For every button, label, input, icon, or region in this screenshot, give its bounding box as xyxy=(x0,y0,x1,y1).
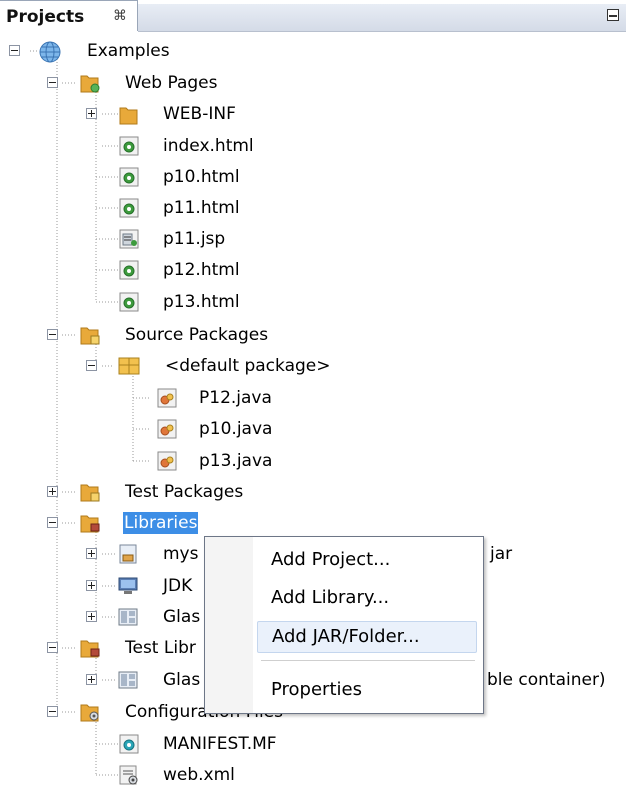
jdk-label: JDK xyxy=(163,576,193,596)
tree-node-test-packages[interactable]: Test Packages xyxy=(124,478,244,506)
html-file-icon xyxy=(119,136,139,156)
tree-node-manifest[interactable]: MANIFEST.MF xyxy=(162,730,278,758)
collapse-web-pages-toggle[interactable] xyxy=(47,77,58,88)
web-folder-icon xyxy=(80,75,100,93)
library-icon xyxy=(118,671,138,689)
menu-item-add-library[interactable]: Add Library... xyxy=(257,583,477,615)
manifest-label: MANIFEST.MF xyxy=(163,734,277,754)
web-xml-label: web.xml xyxy=(163,765,235,785)
html-file-icon xyxy=(119,292,139,312)
jsp-file-icon xyxy=(119,229,139,249)
library-icon xyxy=(118,608,138,626)
add-project-label: Add Project... xyxy=(271,549,391,570)
web-inf-label: WEB-INF xyxy=(163,104,236,124)
add-jar-folder-label: Add JAR/Folder... xyxy=(272,626,420,647)
tree-node-index-html[interactable]: index.html xyxy=(162,132,255,160)
source-packages-folder-icon xyxy=(80,327,100,345)
projects-window: Projects ⌘ Examples Web Pages WEB-INF in… xyxy=(0,0,626,787)
tree-node-web-xml[interactable]: web.xml xyxy=(162,761,236,789)
tree-node-jdk[interactable]: JDK xyxy=(162,572,193,600)
expand-glassfish-toggle[interactable] xyxy=(86,611,97,622)
source-packages-label: Source Packages xyxy=(125,325,269,345)
collapse-default-package-toggle[interactable] xyxy=(86,360,97,371)
jdk-icon xyxy=(118,577,138,594)
java-file-icon xyxy=(157,451,177,471)
collapse-examples-toggle[interactable] xyxy=(9,45,20,56)
web-pages-label: Web Pages xyxy=(125,73,218,93)
menu-item-properties[interactable]: Properties xyxy=(257,675,477,707)
glassfish-label: Glas xyxy=(163,607,201,627)
globe-icon xyxy=(39,41,61,63)
tree-node-mysql-jar-suffix: jar xyxy=(489,540,513,568)
tree-node-libraries[interactable]: Libraries xyxy=(123,509,199,537)
tree-node-p10-html[interactable]: p10.html xyxy=(162,163,241,191)
java-file-icon xyxy=(157,388,177,408)
collapse-test-libraries-toggle[interactable] xyxy=(47,642,58,653)
mysql-jar-suffix-label: jar xyxy=(490,544,513,564)
expand-mysql-jar-toggle[interactable] xyxy=(86,548,97,559)
html-file-icon xyxy=(119,260,139,280)
expand-web-inf-toggle[interactable] xyxy=(86,108,97,119)
context-menu: Add Project... Add Library... Add JAR/Fo… xyxy=(204,536,484,714)
tree-node-p10-java[interactable]: p10.java xyxy=(198,415,273,443)
properties-label: Properties xyxy=(271,679,362,700)
tree-node-examples[interactable]: Examples xyxy=(86,37,171,65)
tree-node-web-pages[interactable]: Web Pages xyxy=(124,69,218,97)
html-file-icon xyxy=(119,198,139,218)
collapse-source-packages-toggle[interactable] xyxy=(47,329,58,340)
tree-node-p12-java[interactable]: P12.java xyxy=(198,384,273,412)
tree-node-source-packages[interactable]: Source Packages xyxy=(124,321,269,349)
p10-html-label: p10.html xyxy=(163,167,240,187)
test-libraries-folder-icon xyxy=(80,640,100,658)
html-file-icon xyxy=(119,167,139,187)
menu-item-add-jar-folder[interactable]: Add JAR/Folder... xyxy=(257,621,477,653)
libraries-folder-icon xyxy=(80,515,100,533)
p13-java-label: p13.java xyxy=(199,451,273,471)
collapse-configuration-files-toggle[interactable] xyxy=(47,706,58,717)
tree-node-test-glassfish[interactable]: Glas xyxy=(162,666,201,694)
menu-item-add-project[interactable]: Add Project... xyxy=(257,545,477,577)
java-file-icon xyxy=(157,419,177,439)
p12-java-label: P12.java xyxy=(199,388,272,408)
tree-node-p12-html[interactable]: p12.html xyxy=(162,256,241,284)
test-packages-folder-icon xyxy=(80,484,100,502)
test-libraries-label: Test Libr xyxy=(125,638,196,658)
test-packages-label: Test Packages xyxy=(125,482,244,502)
test-glassfish-suffix-label: ble container) xyxy=(487,670,606,690)
tree-node-test-libraries[interactable]: Test Libr xyxy=(124,634,197,662)
context-menu-gutter xyxy=(205,537,253,713)
p12-html-label: p12.html xyxy=(163,260,240,280)
test-glassfish-label: Glas xyxy=(163,670,201,690)
tree-node-mysql-jar[interactable]: mys xyxy=(162,540,199,568)
xml-file-icon xyxy=(119,765,138,785)
default-package-label: <default package> xyxy=(165,356,331,376)
tree-node-p13-java[interactable]: p13.java xyxy=(198,447,273,475)
mysql-jar-label: mys xyxy=(163,544,199,564)
add-library-label: Add Library... xyxy=(271,587,390,608)
collapse-libraries-toggle[interactable] xyxy=(47,517,58,528)
jar-file-icon xyxy=(119,544,137,564)
tree-node-p11-html[interactable]: p11.html xyxy=(162,194,241,222)
manifest-file-icon xyxy=(119,734,139,754)
expand-test-glassfish-toggle[interactable] xyxy=(86,674,97,685)
tree-node-test-glassfish-suffix: ble container) xyxy=(486,666,607,694)
index-html-label: index.html xyxy=(163,136,254,156)
p11-jsp-label: p11.jsp xyxy=(163,229,226,249)
menu-separator xyxy=(261,660,475,661)
tree-node-default-package[interactable]: <default package> xyxy=(164,352,331,380)
tree-node-glassfish[interactable]: Glas xyxy=(162,603,201,631)
tree-node-web-inf[interactable]: WEB-INF xyxy=(162,100,237,128)
expand-test-packages-toggle[interactable] xyxy=(47,486,58,497)
p13-html-label: p13.html xyxy=(163,292,240,312)
tree-node-examples-label: Examples xyxy=(87,41,170,61)
p10-java-label: p10.java xyxy=(199,419,273,439)
expand-jdk-toggle[interactable] xyxy=(86,580,97,591)
libraries-label: Libraries xyxy=(123,512,199,534)
package-icon xyxy=(118,357,140,375)
folder-icon xyxy=(119,107,138,125)
configuration-folder-icon xyxy=(80,704,99,722)
p11-html-label: p11.html xyxy=(163,198,240,218)
tree-node-p11-jsp[interactable]: p11.jsp xyxy=(162,225,226,253)
tree-node-p13-html[interactable]: p13.html xyxy=(162,288,241,316)
